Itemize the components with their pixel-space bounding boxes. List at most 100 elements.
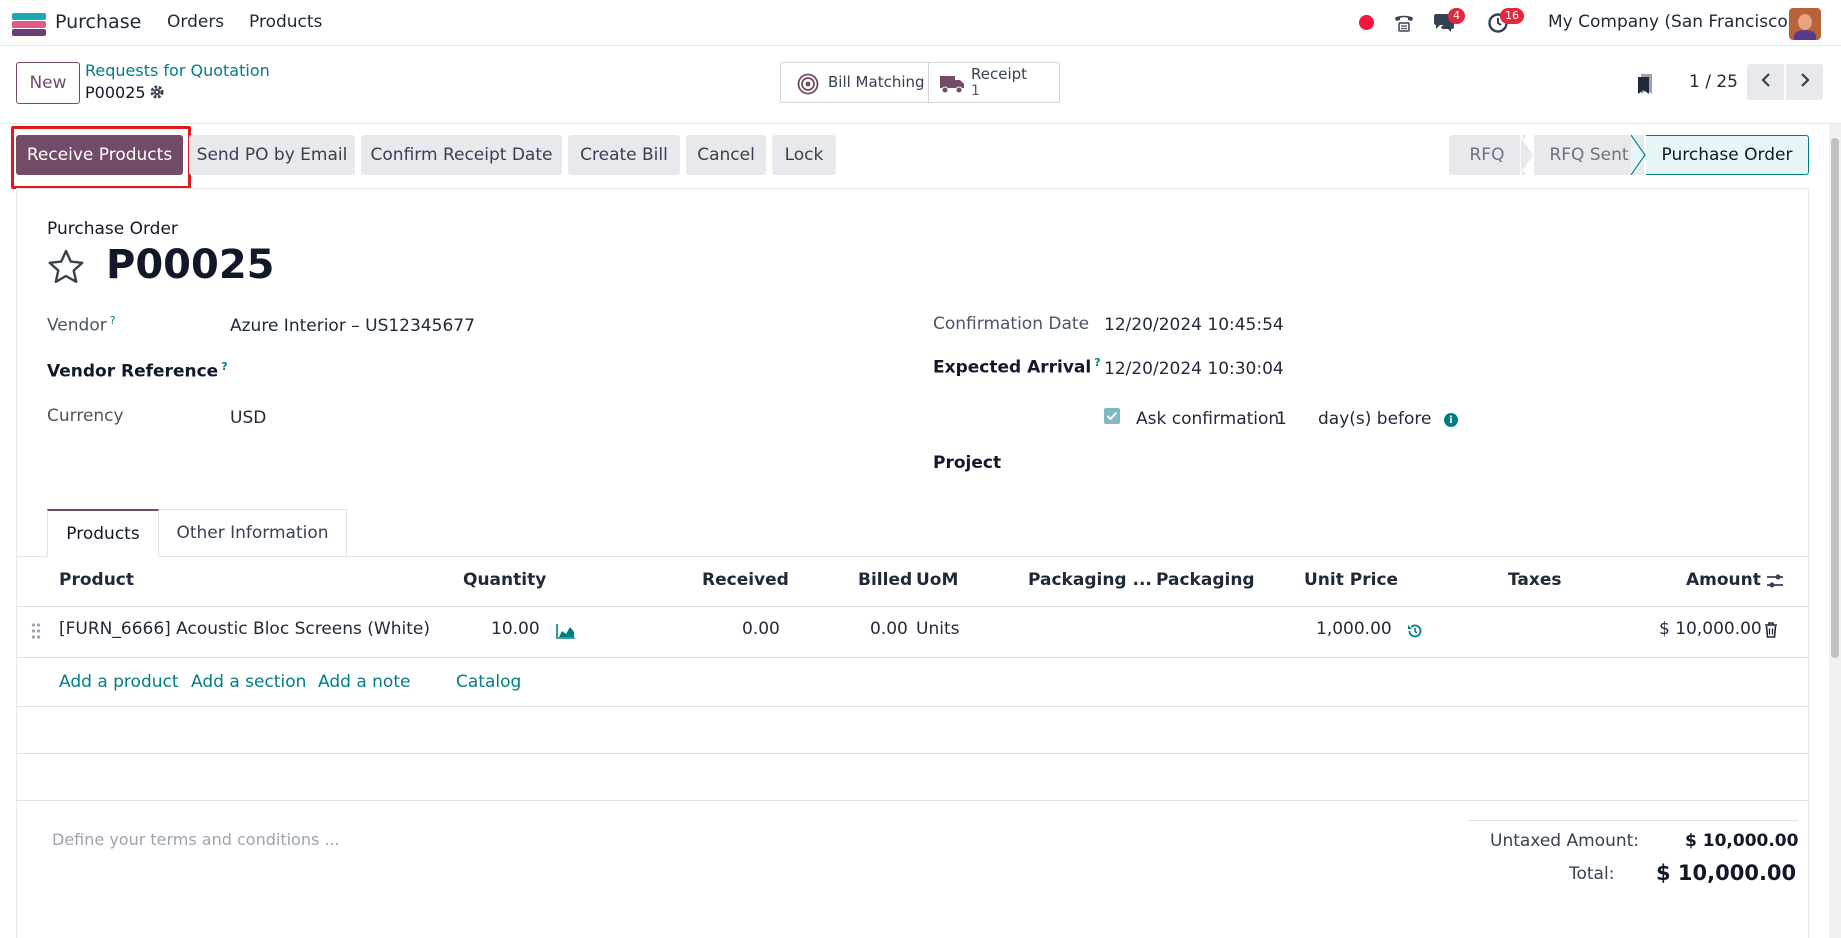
row-quantity[interactable]: 10.00 (491, 619, 540, 639)
empty-row-divider-1 (16, 753, 1809, 754)
menu-products[interactable]: Products (249, 12, 322, 32)
send-po-email-button[interactable]: Send PO by Email (189, 135, 355, 175)
add-note-link[interactable]: Add a note (318, 672, 410, 692)
top-navbar: Purchase Orders Products 4 16 My Company… (0, 0, 1841, 46)
new-button[interactable]: New (16, 62, 80, 104)
expected-arrival-label: Expected Arrival? (933, 356, 1101, 378)
tab-other-information[interactable]: Other Information (159, 509, 347, 557)
pager-next-button[interactable] (1786, 64, 1823, 100)
user-avatar[interactable] (1789, 8, 1821, 40)
column-settings-icon[interactable] (1766, 573, 1784, 594)
col-packaging-qty[interactable]: Packaging ... (1028, 570, 1152, 590)
untaxed-amount-label: Untaxed Amount: (1490, 831, 1640, 851)
app-name[interactable]: Purchase (55, 11, 141, 33)
col-unit-price[interactable]: Unit Price (1304, 570, 1398, 590)
row-unit-price[interactable]: 1,000.00 (1316, 619, 1392, 639)
row-uom[interactable]: Units (916, 619, 959, 639)
star-icon[interactable] (46, 247, 86, 292)
col-billed[interactable]: Billed (858, 570, 912, 590)
add-product-link[interactable]: Add a product (59, 672, 179, 692)
project-label: Project (933, 453, 1002, 473)
confirmation-date-label: Confirmation Date (933, 314, 1090, 334)
info-icon[interactable]: i (1444, 413, 1458, 427)
bill-matching-smart-button[interactable]: Bill Matching (780, 62, 929, 103)
terms-conditions-field[interactable]: Define your terms and conditions ... (52, 830, 340, 849)
row-billed[interactable]: 0.00 (870, 619, 908, 639)
currency-field[interactable]: USD (230, 408, 266, 428)
chevron-right-icon (1799, 72, 1811, 93)
record-title: P00025 (106, 242, 275, 288)
app-logo-icon[interactable] (12, 13, 46, 36)
vendor-help[interactable]: ? (110, 314, 116, 327)
empty-row-divider-2 (16, 800, 1809, 801)
col-amount[interactable]: Amount (1686, 570, 1761, 590)
company-switcher[interactable]: My Company (San Francisco) (1548, 12, 1794, 32)
highlight-box (11, 126, 191, 189)
row-received[interactable]: 0.00 (742, 619, 780, 639)
vendor-label-text: Vendor (47, 315, 107, 336)
ask-confirmation-days[interactable]: 1 (1276, 409, 1287, 429)
expected-arrival-help[interactable]: ? (1094, 356, 1100, 369)
add-links-divider (16, 706, 1809, 707)
currency-label: Currency (47, 406, 124, 426)
stage-active-arrow (1631, 135, 1646, 175)
vendor-reference-label: Vendor Reference? (47, 360, 228, 382)
stage-rfq[interactable]: RFQ (1449, 135, 1525, 175)
total-label: Total: (1569, 864, 1615, 884)
catalog-link[interactable]: Catalog (456, 672, 521, 692)
bill-matching-label: Bill Matching (828, 73, 925, 91)
vendor-reference-field[interactable] (230, 358, 840, 382)
recording-dot-icon[interactable] (1359, 15, 1374, 30)
cancel-button[interactable]: Cancel (686, 135, 766, 175)
stage-rfq-sent[interactable]: RFQ Sent (1534, 135, 1644, 175)
bookmark-icon[interactable] (1636, 72, 1654, 101)
trash-icon[interactable] (1763, 621, 1779, 644)
col-uom[interactable]: UoM (916, 570, 958, 590)
drag-handle-icon[interactable] (31, 622, 41, 645)
col-received[interactable]: Received (702, 570, 789, 590)
doc-type-label: Purchase Order (47, 219, 178, 239)
form-sheet (16, 188, 1809, 938)
activity-badge: 16 (1500, 8, 1524, 24)
totals-divider (1468, 820, 1798, 821)
vendor-reference-label-text: Vendor Reference (47, 361, 219, 382)
pager-prev-button[interactable] (1747, 64, 1784, 100)
col-taxes[interactable]: Taxes (1508, 570, 1562, 590)
target-icon (797, 73, 819, 100)
expected-arrival-field[interactable]: 12/20/2024 10:30:04 (1104, 359, 1284, 379)
confirmation-date-field[interactable]: 12/20/2024 10:45:54 (1104, 315, 1284, 335)
gear-icon[interactable] (149, 84, 165, 105)
ask-confirmation-checkbox[interactable] (1104, 408, 1120, 424)
pager-value[interactable]: 1 / 25 (1689, 72, 1738, 92)
breadcrumb-parent[interactable]: Requests for Quotation (85, 61, 270, 80)
stage-purchase-order[interactable]: Purchase Order (1646, 135, 1809, 175)
chat-badge: 4 (1448, 8, 1465, 24)
scrollbar-thumb[interactable] (1831, 138, 1839, 658)
phone-icon[interactable] (1392, 11, 1416, 40)
menu-orders[interactable]: Orders (167, 12, 224, 32)
chevron-left-icon (1760, 72, 1772, 93)
lock-button[interactable]: Lock (772, 135, 836, 175)
col-product[interactable]: Product (59, 570, 134, 590)
receipt-count: 1 (971, 83, 980, 99)
receipt-label: Receipt (971, 65, 1028, 83)
forecast-chart-icon[interactable] (556, 623, 576, 644)
row-divider (16, 657, 1809, 658)
tab-products[interactable]: Products (47, 509, 159, 557)
receipt-smart-button[interactable]: Receipt 1 (929, 62, 1060, 103)
create-bill-button[interactable]: Create Bill (568, 135, 680, 175)
check-icon (1106, 411, 1118, 421)
ask-confirmation-label: Ask confirmation (1136, 409, 1280, 429)
add-section-link[interactable]: Add a section (191, 672, 306, 692)
confirm-receipt-date-button[interactable]: Confirm Receipt Date (361, 135, 562, 175)
project-field[interactable] (1104, 451, 1784, 475)
breadcrumb-current: P00025 (85, 83, 146, 102)
row-product[interactable]: [FURN_6666] Acoustic Bloc Screens (White… (59, 619, 430, 639)
col-packaging[interactable]: Packaging (1156, 570, 1255, 590)
row-amount: $ 10,000.00 (1659, 619, 1762, 639)
days-before-label: day(s) before (1318, 409, 1432, 429)
vendor-field[interactable]: Azure Interior – US12345677 (230, 316, 475, 336)
col-quantity[interactable]: Quantity (463, 570, 546, 590)
vendor-reference-help[interactable]: ? (221, 360, 227, 373)
history-icon[interactable] (1406, 622, 1424, 645)
